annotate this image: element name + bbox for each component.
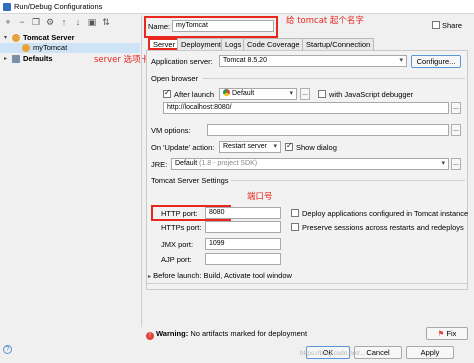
- jre-label: JRE:: [151, 160, 168, 169]
- chevron-down-icon[interactable]: ▾: [4, 33, 7, 43]
- js-debugger-checkbox[interactable]: [318, 90, 326, 98]
- divider: [203, 78, 465, 79]
- sort-icon[interactable]: ⇅: [101, 17, 111, 28]
- folder-icon[interactable]: ▣: [87, 17, 97, 28]
- jmx-port-label: JMX port:: [161, 240, 194, 249]
- after-launch-checkbox[interactable]: [163, 88, 171, 98]
- tree-item-label: Tomcat Server: [23, 33, 75, 42]
- server-tab-panel: Application server: Tomcat 8.5.20 Config…: [146, 50, 468, 290]
- on-update-label: On 'Update' action:: [151, 143, 215, 152]
- window-title: Run/Debug Configurations: [14, 2, 103, 11]
- jre-select[interactable]: Default (1.8 - project SDK): [171, 158, 449, 170]
- config-pane: Name: myTomcat 给 tomcat 起个名字 Share Serve…: [142, 15, 474, 340]
- show-dialog-checkbox[interactable]: [285, 141, 293, 151]
- browser-select[interactable]: Default: [219, 88, 297, 100]
- show-dialog-label: Show dialog: [296, 143, 337, 152]
- js-debugger-label: with JavaScript debugger: [329, 90, 414, 99]
- http-port-label: HTTP port:: [161, 209, 198, 218]
- tab-startup-connection[interactable]: Startup/Connection: [302, 38, 375, 50]
- remove-icon[interactable]: −: [17, 17, 27, 28]
- ajp-port-label: AJP port:: [161, 255, 192, 264]
- app-server-label: Application server:: [151, 57, 213, 66]
- chevron-right-icon[interactable]: ▸: [4, 54, 7, 64]
- configuration-tree: ▾ Tomcat Server myTomcat ▸ Defaults serv…: [0, 33, 149, 328]
- vm-options-label: VM options:: [151, 126, 191, 135]
- help-icon[interactable]: ?: [3, 345, 12, 354]
- browser-value: Default: [232, 90, 255, 97]
- name-annotation: 给 tomcat 起个名字: [286, 16, 364, 26]
- name-field[interactable]: myTomcat: [172, 20, 274, 32]
- open-browser-title: Open browser: [151, 74, 199, 83]
- before-launch-section[interactable]: ▸ Before launch: Build, Activate tool wi…: [148, 271, 292, 280]
- chevron-right-icon[interactable]: ▸: [148, 274, 151, 280]
- tomcat-icon: [22, 44, 30, 52]
- after-launch-label: After launch: [174, 90, 215, 99]
- configure-button[interactable]: Configure...: [411, 55, 461, 68]
- title-bar: Run/Debug Configurations: [0, 0, 474, 14]
- https-port-label: HTTPs port:: [161, 223, 202, 232]
- add-icon[interactable]: +: [3, 17, 13, 28]
- preserve-sessions-checkbox[interactable]: [291, 223, 299, 231]
- error-icon: !: [146, 332, 154, 340]
- tab-server[interactable]: Server: [148, 38, 181, 50]
- warning-title: Warning:: [156, 329, 189, 338]
- url-more-button[interactable]: ...: [451, 102, 461, 114]
- ajp-port-field[interactable]: [205, 253, 281, 265]
- apply-button[interactable]: Apply: [406, 346, 454, 359]
- on-update-select[interactable]: Restart server: [219, 141, 281, 153]
- tomcat-settings-title: Tomcat Server Settings: [151, 176, 229, 185]
- copy-icon[interactable]: ❐: [31, 17, 41, 28]
- tree-item-tomcat-server[interactable]: ▾ Tomcat Server: [0, 33, 140, 43]
- fix-icon: ⚑: [437, 329, 445, 338]
- tab-deployment[interactable]: Deployment: [177, 38, 226, 50]
- browser-more-button[interactable]: ...: [300, 88, 310, 100]
- tab-logs[interactable]: Logs: [221, 38, 246, 50]
- share-box[interactable]: [432, 21, 440, 29]
- https-port-field[interactable]: [205, 221, 281, 233]
- fix-label: Fix: [446, 329, 457, 338]
- share-checkbox[interactable]: Share: [432, 21, 462, 30]
- move-down-icon[interactable]: ↓: [73, 17, 83, 28]
- divider: [147, 283, 467, 284]
- preserve-sessions-label: Preserve sessions across restarts and re…: [302, 223, 464, 232]
- move-up-icon[interactable]: ↑: [59, 17, 69, 28]
- jre-value: Default: [175, 160, 198, 167]
- app-server-select[interactable]: Tomcat 8.5.20: [219, 55, 407, 67]
- app-icon: [3, 3, 11, 11]
- chrome-icon: [223, 89, 230, 96]
- warning-text: No artifacts marked for deployment: [190, 329, 308, 338]
- tree-item-label: myTomcat: [33, 43, 68, 52]
- divider: [231, 180, 465, 181]
- tree-item-mytomcat[interactable]: myTomcat: [0, 43, 140, 53]
- defaults-icon: [12, 55, 20, 63]
- tree-toolbar: + − ❐ ⚙ ↑ ↓ ▣ ⇅: [0, 15, 140, 31]
- fix-button[interactable]: ⚑ Fix: [426, 327, 468, 340]
- share-label: Share: [442, 21, 463, 30]
- watermark: https://blog.csdn.net/...: [300, 350, 366, 357]
- settings-icon[interactable]: ⚙: [45, 17, 55, 28]
- jre-more-button[interactable]: ...: [451, 158, 461, 170]
- name-label: Name:: [148, 22, 171, 31]
- deploy-apps-checkbox[interactable]: [291, 209, 299, 217]
- port-annotation: 端口号: [247, 192, 273, 202]
- vm-options-field[interactable]: [207, 124, 449, 136]
- jre-hint: (1.8 - project SDK): [199, 160, 258, 167]
- deploy-apps-label: Deploy applications configured in Tomcat…: [302, 209, 469, 218]
- deployment-warning: ! Warning: No artifacts marked for deploy…: [146, 329, 307, 340]
- tab-code-coverage[interactable]: Code Coverage: [243, 38, 304, 50]
- jmx-port-field[interactable]: 1099: [205, 238, 281, 250]
- url-field[interactable]: http://localhost:8080/: [163, 102, 449, 114]
- tree-item-label: Defaults: [23, 54, 53, 63]
- tomcat-icon: [12, 34, 20, 42]
- http-port-field[interactable]: 8080: [205, 207, 281, 219]
- vm-options-expand-button[interactable]: ...: [451, 124, 461, 136]
- before-launch-label: Before launch: Build, Activate tool wind…: [153, 271, 292, 280]
